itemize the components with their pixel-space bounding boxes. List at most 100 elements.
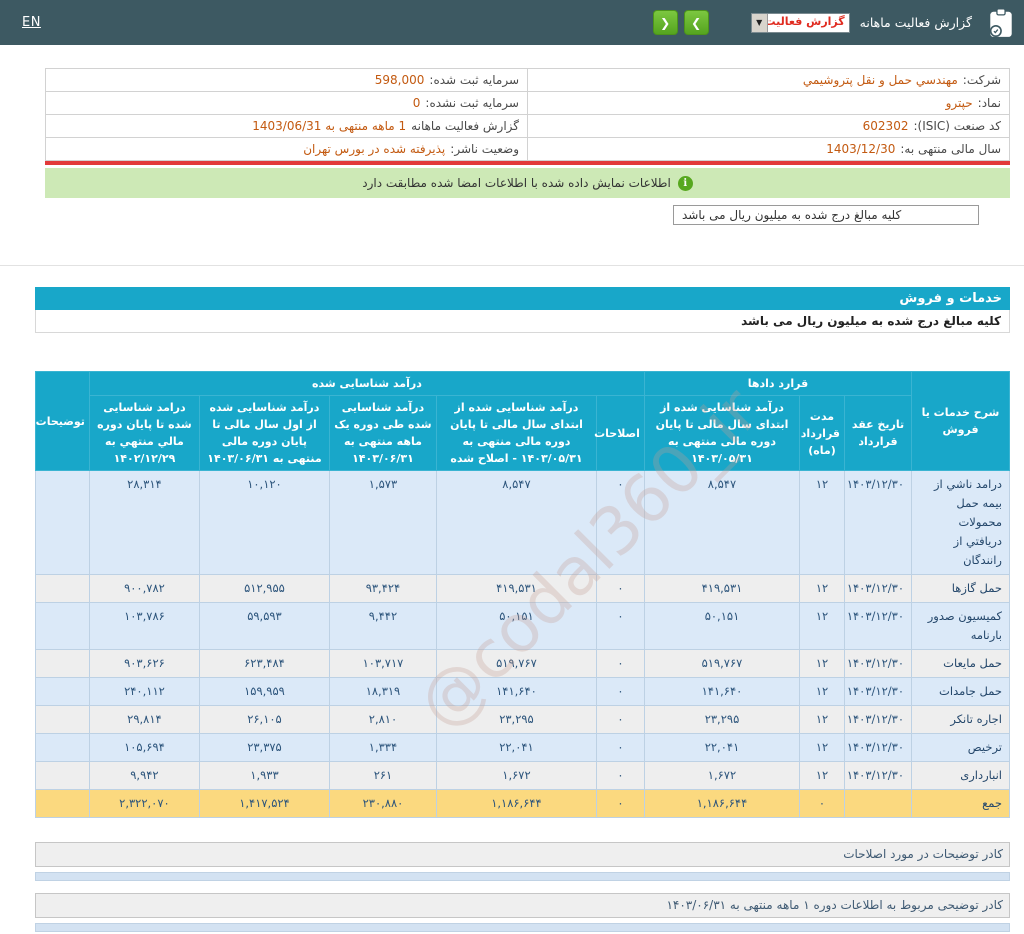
- company-info-row: کد صنعت (ISIC): 602302 گزارش فعالیت ماهان…: [45, 114, 1010, 138]
- report-type-label: گزارش فعالیت ماهانه: [859, 15, 972, 30]
- notice-text: اطلاعات نمایش داده شده با اطلاعات امضا ش…: [362, 176, 671, 190]
- rev-to-0531-adjusted-cell: ۴۱۹,۵۳۱: [435, 574, 597, 604]
- duration-cell: ۱۲: [799, 732, 845, 762]
- adjustments-cell: ۰: [595, 704, 645, 734]
- col-contract-date-header: تاریخ عقد قرارداد: [844, 395, 912, 472]
- english-language-link[interactable]: EN: [22, 15, 41, 30]
- comment-block: کادر توضیحات در مورد اصلاحات: [35, 841, 1010, 881]
- info-label: سال مالی منتهی به:: [900, 142, 1001, 156]
- rev-to-0531-adjusted-cell: ۵۱۹,۷۶۷: [435, 648, 597, 678]
- col-adjustments-header: اصلاحات: [594, 395, 645, 472]
- info-label: نماد:: [977, 96, 1001, 110]
- rev-to-0531-adjusted-cell: ۲۳,۲۹۵: [435, 704, 597, 734]
- table-row: جمع ۰ ۱,۱۸۶,۶۴۴ ۰ ۱,۱۸۶,۶۴۴ ۲۳۰,۸۸۰ ۱,۴۱…: [34, 788, 1010, 818]
- adjustments-cell: ۰: [595, 648, 645, 678]
- rev-to-0531-cell: ۵۱۹,۷۶۷: [643, 648, 801, 678]
- info-label: شرکت:: [962, 73, 1001, 87]
- table-row: درامد ناشي از بيمه حمل محمولات دريافتي ا…: [34, 470, 1010, 576]
- contract-date-cell: ۱۴۰۳/۱۲/۳۰: [844, 676, 912, 706]
- comment-empty-field: [35, 922, 1010, 932]
- rev-ytd-cell: ۱۰,۱۲۰: [198, 470, 330, 576]
- comment-label-bar: کادر توضیحی مربوط به اطلاعات دوره ۱ ماهه…: [35, 892, 1010, 918]
- adjustments-cell: ۰: [595, 732, 645, 762]
- service-name-cell: حمل جامدات: [911, 676, 1010, 706]
- comment-block: کادر توضیحی مربوط به اطلاعات دوره ۱ ماهه…: [35, 892, 1010, 932]
- company-info-row: نماد: حپترو سرمایه ثبت نشده: 0: [45, 91, 1010, 115]
- col-rev-to-0531-adjusted-header: درآمد شناسایی شده از ابتدای سال مالی تا …: [435, 395, 597, 472]
- rev-ytd-cell: ۵۱۲,۹۵۵: [198, 574, 330, 604]
- rev-to-0531-adjusted-cell: ۲۲,۰۴۱: [435, 732, 597, 762]
- info-value: 598,000: [374, 73, 425, 87]
- rev-prev-year-cell: ۲۴۰,۱۱۲: [88, 676, 200, 706]
- company-info-cell: سرمایه ثبت شده: 598,000: [45, 68, 528, 92]
- company-info-cell: گزارش فعالیت ماهانه 1 ماهه منتهی به 1403/…: [45, 114, 528, 138]
- service-name-cell: انبارداری: [911, 760, 1010, 790]
- comment-boxes: کادر توضیحات در مورد اصلاحات کادر توضیحی…: [35, 841, 1010, 934]
- rev-month-cell: ۹۳,۴۲۴: [328, 574, 437, 604]
- info-value: پذیرفته شده در بورس تهران: [303, 142, 446, 156]
- report-controls: گزارش فعالیت ماهانه گزارش فعالیت ▼ ❯ ❮: [647, 7, 1024, 38]
- report-type-select[interactable]: گزارش فعالیت ▼: [750, 12, 850, 33]
- contract-date-cell: ۱۴۰۳/۱۲/۳۰: [844, 732, 912, 762]
- units-note-row: کلیه مبالغ درج شده به میلیون ریال می باش…: [35, 310, 1010, 333]
- adjustments-cell: ۰: [595, 788, 645, 818]
- company-info-row: سال مالی منتهی به: 1403/12/30 وضعیت ناشر:…: [45, 137, 1010, 161]
- report-nav-buttons: ❯ ❮: [647, 10, 709, 35]
- adjustments-cell: ۰: [595, 676, 645, 706]
- rev-month-cell: ۱,۵۷۳: [328, 470, 437, 576]
- duration-cell: ۱۲: [799, 648, 845, 678]
- contract-date-cell: ۱۴۰۳/۱۲/۳۰: [844, 470, 912, 576]
- rev-ytd-cell: ۲۶,۱۰۵: [198, 704, 330, 734]
- contract-date-cell: [844, 788, 912, 818]
- adjustments-cell: ۰: [595, 470, 645, 576]
- notes-cell: [34, 704, 90, 734]
- notes-cell: [34, 760, 90, 790]
- col-service-header: شرح خدمات یا فروش: [911, 370, 1010, 472]
- col-notes-header: توضیحات: [34, 370, 90, 472]
- rev-to-0531-cell: ۱,۱۸۶,۶۴۴: [643, 788, 801, 818]
- rev-prev-year-cell: ۲۸,۳۱۴: [88, 470, 200, 576]
- duration-cell: ۰: [799, 788, 845, 818]
- col-rev-prev-year-header: درامد شناسایی شده تا پایان دوره مالي منت…: [88, 395, 200, 472]
- service-name-cell: حمل گازها: [911, 574, 1010, 604]
- adjustments-cell: ۰: [595, 760, 645, 790]
- service-name-cell: حمل مایعات: [911, 648, 1010, 678]
- rev-month-cell: ۲,۸۱۰: [328, 704, 437, 734]
- info-label: سرمایه ثبت شده:: [429, 73, 519, 87]
- table-row: انبارداری ۱۴۰۳/۱۲/۳۰ ۱۲ ۱,۶۷۲ ۰ ۱,۶۷۲ ۲۶…: [34, 760, 1010, 790]
- rev-month-cell: ۱۰۳,۷۱۷: [328, 648, 437, 678]
- table-header: شرح خدمات یا فروش قرارد دادها درآمد شناس…: [34, 370, 1010, 472]
- prev-report-button[interactable]: ❮: [652, 10, 678, 35]
- rev-ytd-cell: ۱۵۹,۹۵۹: [198, 676, 330, 706]
- info-icon: i: [677, 175, 693, 191]
- section-title-bar: خدمات و فروش: [35, 287, 1010, 310]
- notes-cell: [34, 648, 90, 678]
- rev-ytd-cell: ۲۳,۳۷۵: [198, 732, 330, 762]
- duration-cell: ۱۲: [799, 704, 845, 734]
- service-name-cell: درامد ناشي از بيمه حمل محمولات دريافتي ا…: [911, 470, 1010, 576]
- company-info-table: شرکت: مهندسي حمل و نقل پتروشيمي سرمایه ثب…: [45, 68, 1010, 161]
- group-revenue-header: درآمد شناسایی شده: [88, 370, 645, 397]
- contract-date-cell: ۱۴۰۳/۱۲/۳۰: [844, 760, 912, 790]
- duration-cell: ۱۲: [799, 602, 845, 650]
- col-duration-header: مدت قرارداد (ماه): [799, 395, 845, 472]
- rev-prev-year-cell: ۲۹,۸۱۴: [88, 704, 200, 734]
- rev-month-cell: ۹,۴۴۲: [328, 602, 437, 650]
- company-info-cell: سال مالی منتهی به: 1403/12/30: [527, 137, 1010, 161]
- contract-date-cell: ۱۴۰۳/۱۲/۳۰: [844, 648, 912, 678]
- company-info-cell: سرمایه ثبت نشده: 0: [45, 91, 528, 115]
- page-body: شرکت: مهندسي حمل و نقل پتروشيمي سرمایه ثب…: [0, 68, 1024, 934]
- col-rev-to-0531-header: درآمد شناسایی شده از ابتدای سال مالی تا …: [643, 395, 801, 472]
- service-name-cell: ترخیص: [911, 732, 1010, 762]
- rev-prev-year-cell: ۲,۳۲۲,۰۷۰: [88, 788, 200, 818]
- notes-cell: [34, 602, 90, 650]
- rev-prev-year-cell: ۹۰۳,۶۲۶: [88, 648, 200, 678]
- company-info-cell: نماد: حپترو: [527, 91, 1010, 115]
- rev-to-0531-cell: ۵۰,۱۵۱: [643, 602, 801, 650]
- service-name-cell: اجاره تانکر: [911, 704, 1010, 734]
- duration-cell: ۱۲: [799, 676, 845, 706]
- next-report-button[interactable]: ❯: [683, 10, 709, 35]
- table-row: حمل جامدات ۱۴۰۳/۱۲/۳۰ ۱۲ ۱۴۱,۶۴۰ ۰ ۱۴۱,۶…: [34, 676, 1010, 706]
- duration-cell: ۱۲: [799, 760, 845, 790]
- service-name-cell: جمع: [911, 788, 1010, 818]
